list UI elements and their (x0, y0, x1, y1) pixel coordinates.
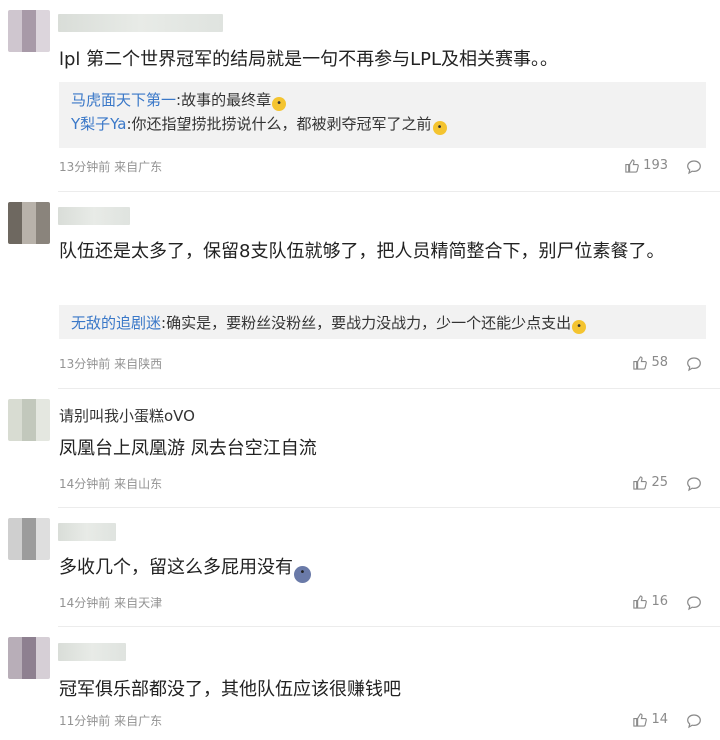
comment-text: 凤凰台上凤凰游 凤去台空江自流 (59, 438, 317, 459)
comment-meta: 13分钟前 来自广东 (59, 158, 162, 175)
like-button[interactable]: 58 (632, 355, 668, 370)
comment-location: 来自山东 (114, 477, 163, 491)
like-count: 193 (643, 158, 668, 173)
thumbs-up-icon (633, 476, 648, 490)
comment-item: 多收几个，留这么多屁用没有 • 14分钟前 来自天津 16 (0, 508, 720, 627)
comment-text: 冠军俱乐部都没了，其他队伍应该很赚钱吧 (59, 679, 401, 700)
like-button[interactable]: 14 (632, 712, 668, 727)
like-button[interactable]: 25 (632, 475, 668, 490)
comment-location: 来自广东 (114, 160, 163, 174)
reply-text: :故事的最终章 (176, 91, 272, 109)
reply-author[interactable]: 马虎面天下第一 (71, 91, 176, 109)
reply-text: :你还指望捞批捞说什么，都被剥夺冠军了之前 (126, 115, 432, 133)
username-blurred[interactable] (58, 523, 116, 541)
comment-location: 来自天津 (114, 596, 163, 610)
reply-preview[interactable]: 马虎面天下第一:故事的最终章 • Y梨子Ya:你还指望捞批捞说什么，都被剥夺冠军了… (59, 82, 706, 148)
comment-text: 队伍还是太多了，保留8支队伍就够了，把人员精简整合下，别尸位素餐了。 (59, 241, 665, 262)
thumbs-up-icon (633, 713, 648, 727)
comment-meta: 11分钟前 来自广东 (59, 712, 162, 729)
reply-preview[interactable]: 无敌的追剧迷:确实是，要粉丝没粉丝，要战力没战力，少一个还能少点支出 • (59, 305, 706, 339)
like-count: 58 (651, 355, 668, 370)
comment-text: 多收几个，留这么多屁用没有 • (59, 555, 689, 583)
comment-time: 11分钟前 (59, 714, 111, 728)
like-count: 16 (651, 594, 668, 609)
avatar[interactable] (8, 518, 50, 560)
comment-item: 队伍还是太多了，保留8支队伍就够了，把人员精简整合下，别尸位素餐了。 无敌的追剧… (0, 192, 720, 389)
speech-bubble-icon[interactable] (686, 356, 702, 372)
comment-meta: 14分钟前 来自山东 (59, 475, 162, 492)
comment-item: 冠军俱乐部都没了，其他队伍应该很赚钱吧 11分钟前 来自广东 14 (0, 627, 720, 740)
screaming-emoji-icon: • (294, 566, 311, 583)
thumbs-up-icon (625, 159, 640, 173)
username-blurred[interactable] (58, 207, 130, 225)
speech-bubble-icon[interactable] (686, 476, 702, 492)
thumbs-up-icon (633, 595, 648, 609)
like-count: 25 (651, 475, 668, 490)
comment-meta: 14分钟前 来自天津 (59, 594, 162, 611)
like-button[interactable]: 16 (632, 594, 668, 609)
smirk-emoji-icon: • (572, 320, 587, 334)
reply-line: Y梨子Ya:你还指望捞批捞说什么，都被剥夺冠军了之前 • (71, 112, 694, 136)
comment-item: 请别叫我小蛋糕oVO 凤凰台上凤凰游 凤去台空江自流 14分钟前 来自山东 25 (0, 389, 720, 508)
username-blurred[interactable] (58, 643, 126, 661)
comment-text: lpl 第二个世界冠军的结局就是一句不再参与LPL及相关赛事。。 (59, 49, 559, 70)
reply-author[interactable]: 无敌的追剧迷 (71, 314, 161, 332)
avatar[interactable] (8, 202, 50, 244)
avatar[interactable] (8, 637, 50, 679)
avatar[interactable] (8, 10, 50, 52)
reply-author[interactable]: Y梨子Ya (71, 115, 126, 133)
crying-emoji-icon: • (272, 97, 287, 111)
comment-item: lpl 第二个世界冠军的结局就是一句不再参与LPL及相关赛事。。 马虎面天下第一… (0, 0, 720, 192)
comment-time: 14分钟前 (59, 596, 111, 610)
speech-bubble-icon[interactable] (686, 595, 702, 611)
like-count: 14 (651, 712, 668, 727)
username-blurred[interactable] (58, 14, 223, 32)
like-button[interactable]: 193 (624, 158, 668, 173)
smirk-emoji-icon: • (432, 121, 447, 135)
comment-location: 来自陕西 (114, 357, 163, 371)
comment-time: 14分钟前 (59, 477, 111, 491)
username[interactable]: 请别叫我小蛋糕oVO (59, 405, 195, 426)
thumbs-up-icon (633, 356, 648, 370)
comment-location: 来自广东 (114, 714, 163, 728)
comment-time: 13分钟前 (59, 160, 111, 174)
avatar[interactable] (8, 399, 50, 441)
reply-text: :确实是，要粉丝没粉丝，要战力没战力，少一个还能少点支出 (161, 314, 572, 332)
comment-time: 13分钟前 (59, 357, 111, 371)
reply-line: 马虎面天下第一:故事的最终章 • (71, 88, 694, 112)
comment-meta: 13分钟前 来自陕西 (59, 355, 162, 372)
comment-text-content: 多收几个，留这么多屁用没有 (59, 557, 293, 578)
speech-bubble-icon[interactable] (686, 713, 702, 729)
speech-bubble-icon[interactable] (686, 159, 702, 175)
reply-line: 无敌的追剧迷:确实是，要粉丝没粉丝，要战力没战力，少一个还能少点支出 • (71, 311, 694, 335)
